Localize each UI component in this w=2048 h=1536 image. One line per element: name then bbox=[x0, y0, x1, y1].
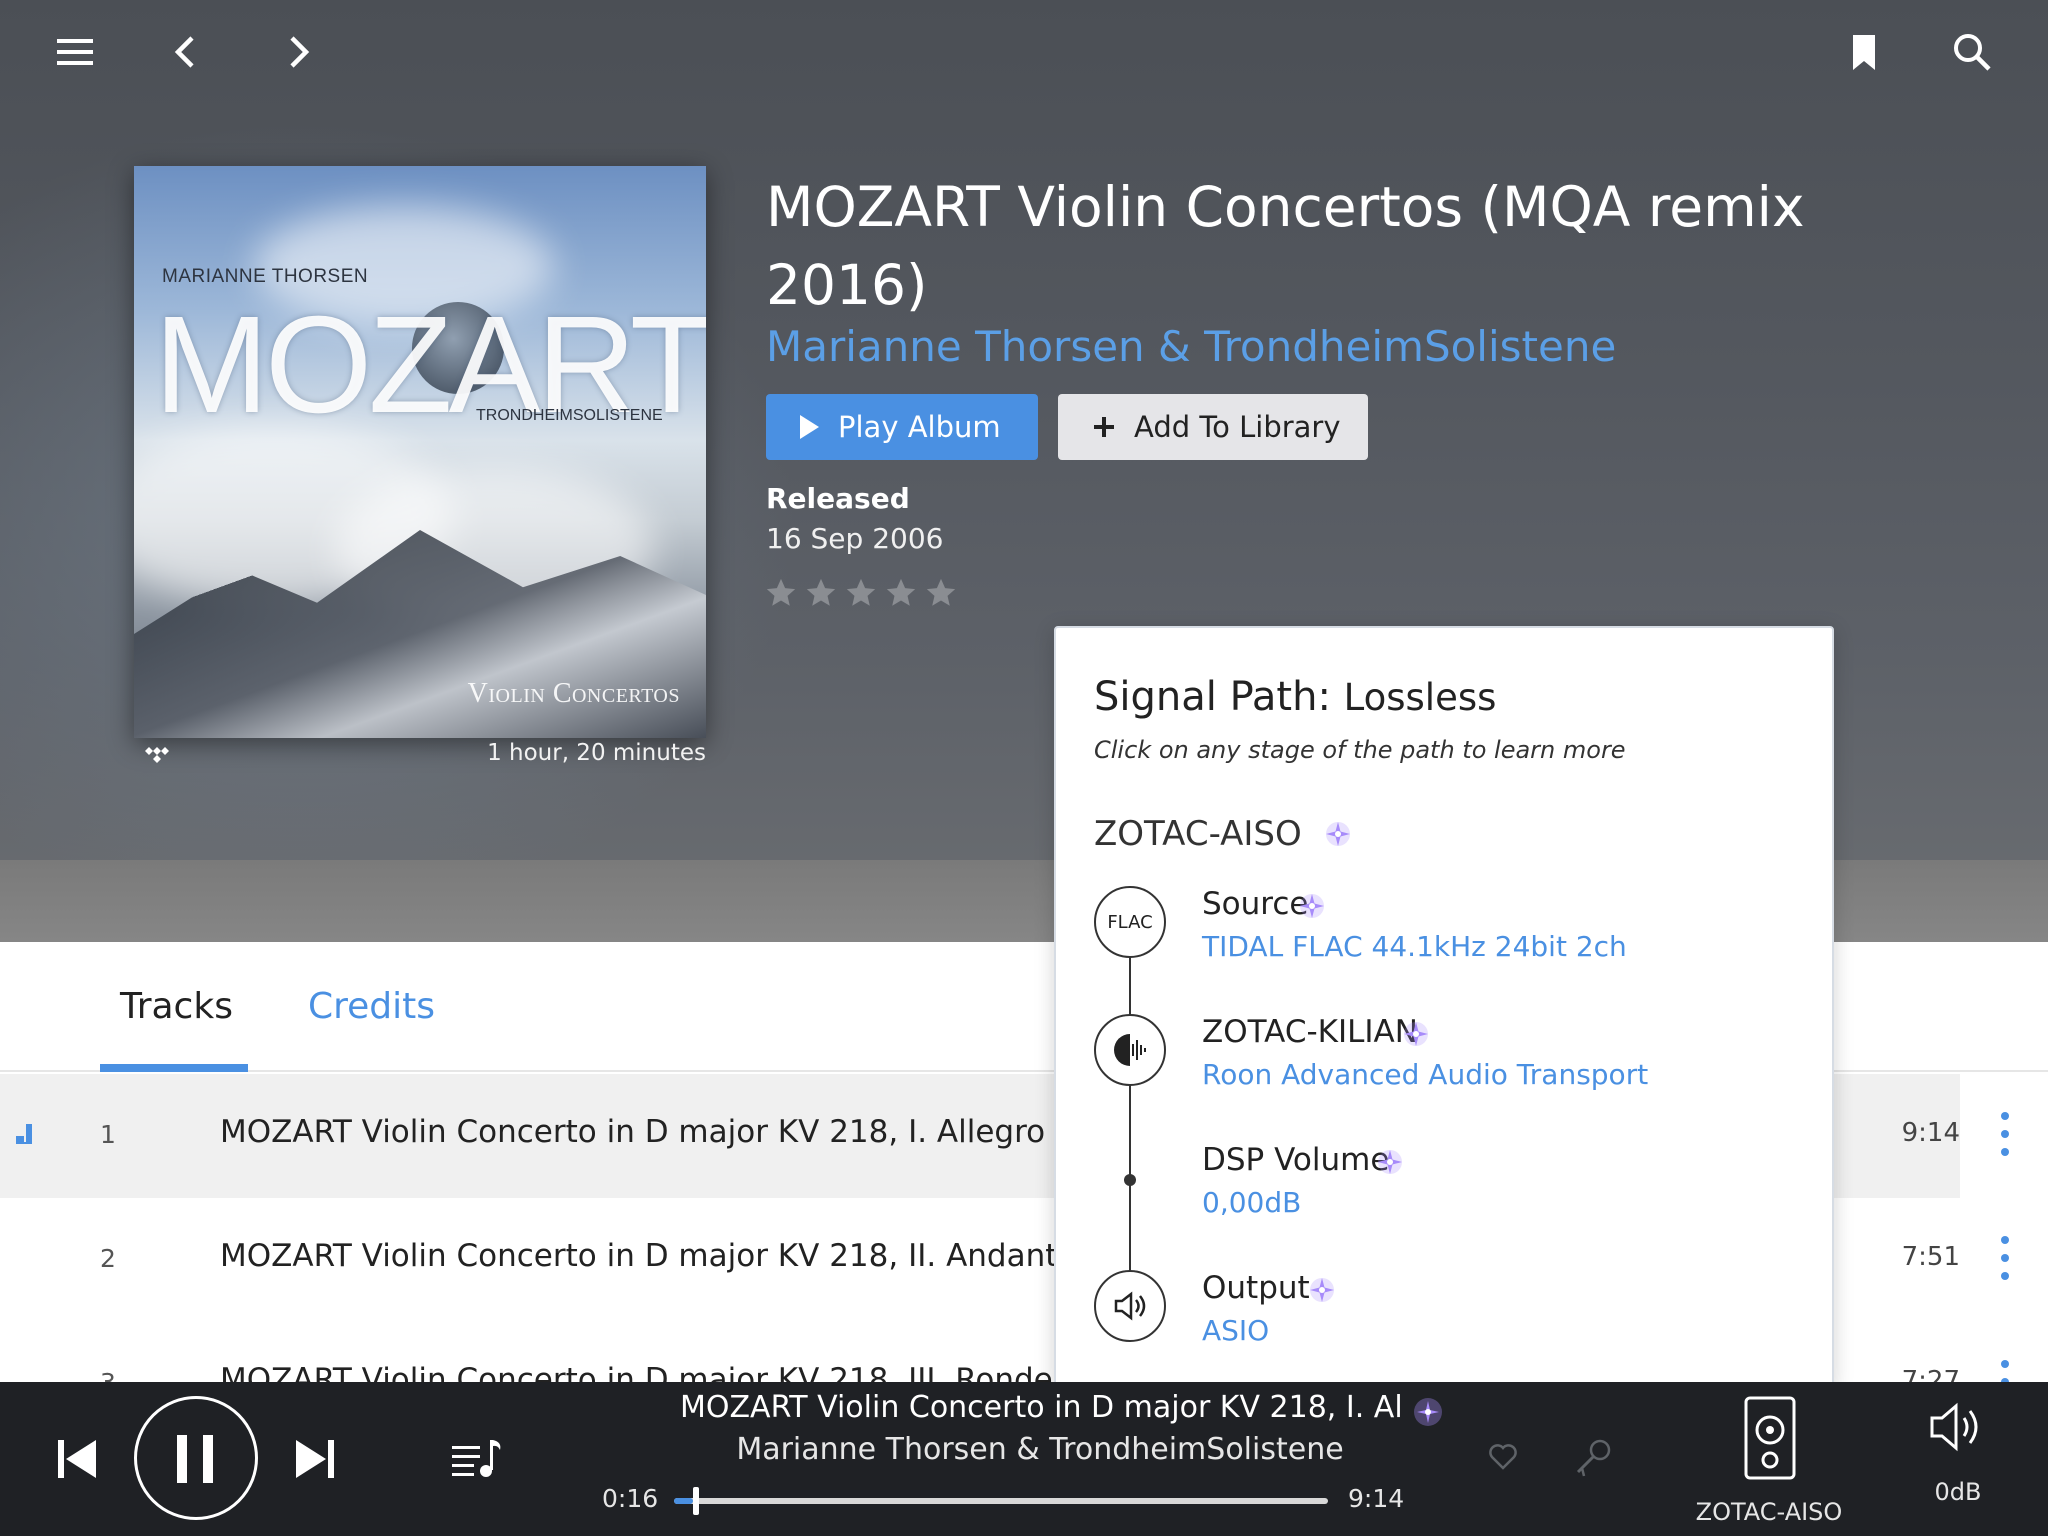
tab-credits[interactable]: Credits bbox=[308, 986, 435, 1027]
track-number: 1 bbox=[100, 1120, 116, 1149]
progress-handle[interactable] bbox=[692, 1487, 699, 1515]
signal-stage-transport[interactable]: ZOTAC-KILIAN Roon Advanced Audio Transpo… bbox=[1056, 1014, 1836, 1124]
menu-icon[interactable] bbox=[51, 28, 99, 76]
lossless-quality-icon bbox=[1310, 1278, 1334, 1302]
cover-subtitle-text: Violin Concertos bbox=[467, 678, 680, 709]
signal-path-popup: Signal Path: Lossless Click on any stage… bbox=[1054, 626, 1834, 1388]
lossless-quality-icon bbox=[1404, 1022, 1428, 1046]
stage-detail: ASIO bbox=[1202, 1314, 1270, 1347]
stage-name: DSP Volume bbox=[1202, 1142, 1390, 1178]
signal-path-zone: ZOTAC-AISO bbox=[1094, 814, 1302, 854]
lossless-quality-icon bbox=[1378, 1150, 1402, 1174]
speaker-device-icon bbox=[1744, 1396, 1796, 1480]
more-options-icon[interactable] bbox=[1990, 1230, 2020, 1290]
volume-level: 0dB bbox=[1934, 1478, 1982, 1506]
add-to-library-label: Add To Library bbox=[1134, 410, 1341, 444]
stage-detail: TIDAL FLAC 44.1kHz 24bit 2ch bbox=[1202, 930, 1627, 963]
track-title[interactable]: MOZART Violin Concerto in D major KV 218… bbox=[220, 1238, 1060, 1274]
stage-detail: Roon Advanced Audio Transport bbox=[1202, 1058, 1649, 1091]
speaker-icon bbox=[1094, 1270, 1166, 1342]
play-album-button[interactable]: Play Album bbox=[766, 394, 1038, 460]
signal-stage-output[interactable]: Output ASIO bbox=[1056, 1270, 1836, 1380]
cover-artist-text: MARIANNE THORSEN bbox=[162, 266, 369, 287]
microphone-icon[interactable] bbox=[1572, 1436, 1614, 1478]
track-duration: 7:51 bbox=[1901, 1242, 1960, 1272]
star-icon[interactable] bbox=[764, 576, 798, 610]
flac-icon: FLAC bbox=[1094, 886, 1166, 958]
stage-detail: 0,00dB bbox=[1202, 1186, 1302, 1219]
signal-path-icon[interactable] bbox=[1412, 1396, 1444, 1428]
stage-name: ZOTAC-KILIAN bbox=[1202, 1014, 1418, 1050]
active-tab-indicator bbox=[100, 1064, 248, 1072]
next-track-icon[interactable] bbox=[292, 1436, 338, 1482]
zone-name: ZOTAC-AISO bbox=[1695, 1498, 1843, 1526]
signal-path-heading: Signal Path: Lossless bbox=[1094, 674, 1496, 720]
released-date: 16 Sep 2006 bbox=[766, 522, 944, 555]
released-label: Released bbox=[766, 482, 910, 515]
heart-icon[interactable] bbox=[1488, 1442, 1518, 1470]
track-title[interactable]: MOZART Violin Concerto in D major KV 218… bbox=[220, 1114, 1060, 1150]
star-icon[interactable] bbox=[844, 576, 878, 610]
player-bar: MOZART Violin Concerto in D major KV 218… bbox=[0, 1382, 2048, 1536]
elapsed-time: 0:16 bbox=[602, 1484, 659, 1513]
signal-path-title: Signal Path: bbox=[1094, 674, 1331, 720]
queue-icon[interactable] bbox=[450, 1436, 506, 1482]
now-playing-title[interactable]: MOZART Violin Concerto in D major KV 218… bbox=[680, 1390, 1400, 1425]
signal-path-hint: Click on any stage of the path to learn … bbox=[1094, 736, 1626, 764]
star-icon[interactable] bbox=[804, 576, 838, 610]
progress-bar[interactable] bbox=[674, 1487, 1328, 1515]
album-duration: 1 hour, 20 minutes bbox=[487, 740, 706, 766]
now-playing-icon bbox=[16, 1124, 32, 1144]
zone-selector[interactable]: ZOTAC-AISO bbox=[1678, 1382, 1860, 1536]
pause-button[interactable] bbox=[134, 1396, 258, 1520]
lossless-quality-icon bbox=[1300, 894, 1324, 918]
pause-icon bbox=[177, 1435, 213, 1483]
dot-icon bbox=[1124, 1174, 1136, 1186]
plus-icon bbox=[1094, 417, 1114, 437]
previous-track-icon[interactable] bbox=[54, 1436, 100, 1482]
tab-tracks[interactable]: Tracks bbox=[120, 986, 233, 1027]
progress-fill bbox=[674, 1498, 693, 1504]
play-album-label: Play Album bbox=[838, 410, 1001, 444]
add-to-library-button[interactable]: Add To Library bbox=[1058, 394, 1368, 460]
search-icon[interactable] bbox=[1948, 28, 1996, 76]
track-number: 2 bbox=[100, 1244, 116, 1273]
lossless-quality-icon bbox=[1326, 822, 1350, 846]
now-playing-artist[interactable]: Marianne Thorsen & TrondheimSolistene bbox=[680, 1432, 1400, 1467]
cover-ensemble-text: TRONDHEIMSOLISTENE bbox=[476, 407, 663, 424]
stage-name: Output bbox=[1202, 1270, 1310, 1306]
tidal-icon bbox=[142, 746, 172, 768]
total-time: 9:14 bbox=[1348, 1484, 1405, 1513]
star-icon[interactable] bbox=[924, 576, 958, 610]
more-options-icon[interactable] bbox=[1990, 1106, 2020, 1166]
album-cover[interactable]: MARIANNE THORSEN MOZART TRONDHEIMSOLISTE… bbox=[134, 166, 706, 738]
star-icon[interactable] bbox=[884, 576, 918, 610]
track-duration: 9:14 bbox=[1901, 1118, 1960, 1148]
back-icon[interactable] bbox=[162, 28, 210, 76]
stage-name: Source bbox=[1202, 886, 1309, 922]
signal-stage-dsp-volume[interactable]: DSP Volume 0,00dB bbox=[1056, 1142, 1836, 1252]
album-artist-link[interactable]: Marianne Thorsen & TrondheimSolistene bbox=[766, 322, 1616, 371]
volume-control[interactable]: 0dB bbox=[1922, 1382, 1994, 1536]
roon-transport-icon bbox=[1094, 1014, 1166, 1086]
album-title: MOZART Violin Concertos (MQA remix 2016) bbox=[766, 175, 1805, 317]
rating-stars[interactable] bbox=[764, 576, 958, 610]
play-icon bbox=[800, 415, 819, 439]
signal-path-quality: Lossless bbox=[1343, 676, 1497, 719]
forward-icon[interactable] bbox=[274, 28, 322, 76]
bookmark-icon[interactable] bbox=[1840, 28, 1888, 76]
volume-icon bbox=[1930, 1402, 1978, 1452]
signal-stage-source[interactable]: FLAC Source TIDAL FLAC 44.1kHz 24bit 2ch bbox=[1056, 886, 1836, 996]
